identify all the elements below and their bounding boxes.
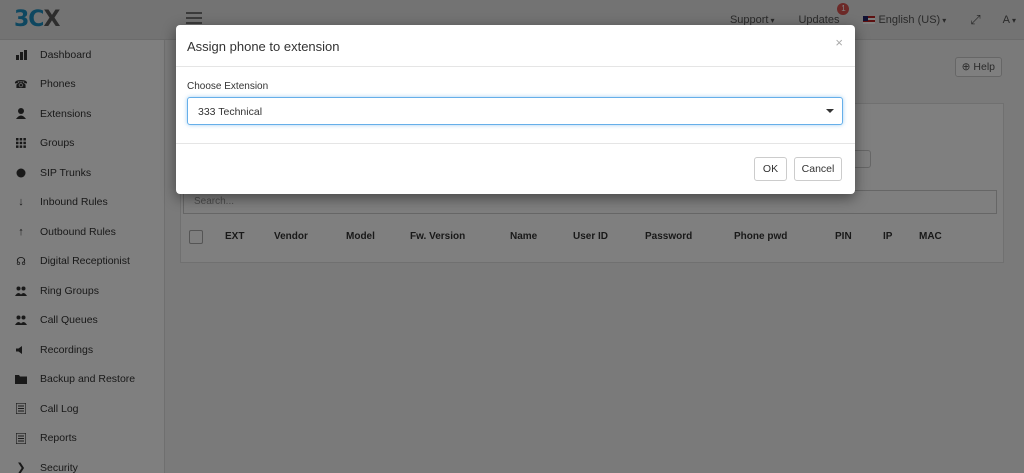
ok-button[interactable]: OK — [754, 157, 787, 181]
modal-title: Assign phone to extension — [187, 39, 340, 54]
modal-body: Choose Extension 333 Technical — [176, 67, 855, 144]
extension-select-value: 333 Technical — [198, 106, 263, 118]
modal-footer: OK Cancel — [176, 144, 855, 194]
extension-select[interactable]: 333 Technical — [187, 97, 843, 125]
choose-extension-label: Choose Extension — [187, 81, 269, 92]
assign-phone-dialog: Assign phone to extension × Choose Exten… — [176, 25, 855, 194]
modal-header: Assign phone to extension × — [176, 25, 855, 67]
close-icon[interactable]: × — [835, 36, 843, 49]
cancel-button[interactable]: Cancel — [794, 157, 842, 181]
caret-down-icon — [826, 109, 834, 113]
